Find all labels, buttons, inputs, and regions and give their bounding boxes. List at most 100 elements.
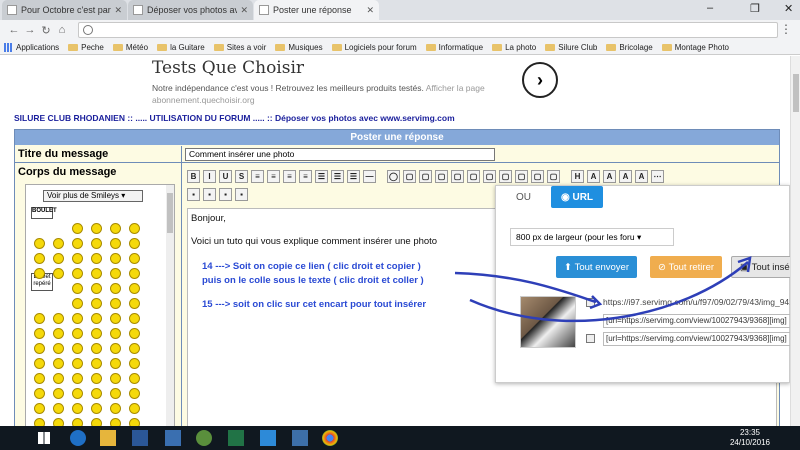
ad-title[interactable]: Tests Que Choisir — [152, 58, 562, 78]
smiley-icon[interactable] — [91, 223, 102, 234]
more-icon[interactable]: ⋯ — [651, 170, 664, 183]
highlight-icon[interactable]: A — [635, 170, 648, 183]
smiley-icon[interactable] — [129, 223, 140, 234]
align-right-icon[interactable]: ≡ — [283, 170, 296, 183]
back-icon[interactable]: ← — [6, 24, 22, 36]
menu-icon[interactable]: ⋮ — [780, 22, 792, 36]
smiley-icon[interactable] — [53, 253, 64, 264]
smiley-icon[interactable] — [72, 298, 83, 309]
smiley-icon[interactable] — [110, 388, 121, 399]
remove-all-button[interactable]: ⊘ Tout retirer — [650, 256, 723, 278]
italic-icon[interactable]: I — [203, 170, 216, 183]
bookmark-applications[interactable]: Applications — [4, 42, 59, 52]
smiley-icon[interactable] — [110, 298, 121, 309]
bbcode-field[interactable]: [url=https://servimg.com/view/10027943/9… — [603, 314, 793, 328]
code-icon[interactable]: ▢ — [451, 170, 464, 183]
smiley-icon[interactable] — [53, 238, 64, 249]
justify-icon[interactable]: ≡ — [299, 170, 312, 183]
smiley-icon[interactable] — [72, 418, 83, 426]
smiley-icon[interactable] — [34, 403, 45, 414]
smiley-icon[interactable] — [110, 283, 121, 294]
smiley-icon[interactable] — [91, 268, 102, 279]
size-icon[interactable]: A — [619, 170, 632, 183]
youtube-icon[interactable]: ▢ — [499, 170, 512, 183]
smiley-icon[interactable] — [72, 223, 83, 234]
smiley-icon[interactable] — [72, 403, 83, 414]
scroll-thumb[interactable] — [793, 74, 799, 112]
smiley-icon[interactable] — [53, 373, 64, 384]
maximize-icon[interactable]: ❐ — [750, 2, 760, 15]
chrome-icon[interactable] — [322, 430, 338, 446]
uploaded-image-thumbnail[interactable] — [520, 296, 576, 348]
smiley-icon[interactable] — [72, 253, 83, 264]
ad-banner[interactable]: Tests Que Choisir Notre indépendance c'e… — [152, 56, 562, 108]
smiley-icon[interactable] — [91, 358, 102, 369]
smiley-icon[interactable] — [129, 388, 140, 399]
bookmark-folder[interactable]: Silure Club — [545, 43, 597, 52]
smiley-icon[interactable] — [110, 313, 121, 324]
smiley-icon[interactable] — [91, 328, 102, 339]
smiley-icon[interactable] — [72, 343, 83, 354]
smiley-icon[interactable] — [34, 328, 45, 339]
smiley-icon[interactable] — [34, 238, 45, 249]
align-left-icon[interactable]: ≡ — [251, 170, 264, 183]
smiley-icon[interactable] — [53, 403, 64, 414]
bookmark-folder[interactable]: Sites a voir — [213, 43, 266, 52]
info-icon[interactable] — [83, 25, 93, 35]
smiley-icon[interactable] — [91, 388, 102, 399]
page-scrollbar[interactable] — [790, 56, 800, 426]
video-icon[interactable]: ▢ — [483, 170, 496, 183]
flash-icon[interactable]: ▢ — [531, 170, 544, 183]
speech-icon[interactable]: ◯ — [387, 170, 400, 183]
embed-icon[interactable]: ▢ — [547, 170, 560, 183]
tab-poster-reponse[interactable]: Poster une réponse ✕ — [254, 0, 379, 20]
smiley-icon[interactable] — [34, 343, 45, 354]
smiley-icon[interactable] — [72, 328, 83, 339]
link-icon[interactable]: ▢ — [419, 170, 432, 183]
word-icon[interactable] — [132, 430, 148, 446]
reload-icon[interactable]: ↻ — [38, 24, 54, 37]
excel-icon[interactable] — [228, 430, 244, 446]
smiley-icon[interactable] — [110, 238, 121, 249]
smiley-icon[interactable] — [110, 403, 121, 414]
smiley-icon[interactable] — [53, 358, 64, 369]
smiley-icon[interactable] — [72, 388, 83, 399]
home-icon[interactable]: ⌂ — [54, 24, 70, 36]
bookmark-folder[interactable]: Logiciels pour forum — [331, 43, 417, 52]
smiley-icon[interactable] — [72, 238, 83, 249]
bookmark-folder[interactable]: Bricolage — [606, 43, 653, 52]
font-icon[interactable]: A — [587, 170, 600, 183]
smiley-icon[interactable] — [129, 238, 140, 249]
heading-icon[interactable]: H — [571, 170, 584, 183]
smiley-icon[interactable] — [129, 253, 140, 264]
bookmark-folder[interactable]: la Guitare — [157, 43, 205, 52]
smiley-icon[interactable] — [53, 268, 64, 279]
indent-icon[interactable]: ☰ — [347, 170, 360, 183]
smiley-icon[interactable] — [53, 418, 64, 426]
scroll-thumb[interactable] — [167, 193, 173, 233]
smiley-icon[interactable] — [129, 343, 140, 354]
edge-icon[interactable] — [70, 430, 86, 446]
bullet-list-icon[interactable]: ☰ — [315, 170, 328, 183]
windows-start-icon[interactable] — [38, 432, 50, 444]
smiley-icon[interactable] — [53, 313, 64, 324]
smiley-icon[interactable] — [129, 358, 140, 369]
url-tab[interactable]: ◉ URL — [551, 186, 603, 208]
image-icon[interactable]: ▢ — [435, 170, 448, 183]
send-all-button[interactable]: ⬆ Tout envoyer — [556, 256, 638, 278]
title-input[interactable]: Comment insérer une photo — [185, 148, 495, 161]
smiley-icon[interactable] — [110, 223, 121, 234]
smiley-icon[interactable] — [129, 403, 140, 414]
bookmark-folder[interactable]: Météo — [112, 43, 148, 52]
smiley-icon[interactable] — [91, 373, 102, 384]
quote-icon[interactable]: ▢ — [403, 170, 416, 183]
smiley-icon[interactable] — [110, 373, 121, 384]
smiley-icon[interactable] — [129, 373, 140, 384]
smiley-icon[interactable] — [110, 343, 121, 354]
bookmark-folder[interactable]: Musiques — [275, 43, 323, 52]
smiley-icon[interactable] — [129, 313, 140, 324]
smiley-icon[interactable] — [72, 313, 83, 324]
source-icon[interactable]: ▪ — [235, 188, 248, 201]
smiley-icon[interactable] — [72, 358, 83, 369]
numbered-list-icon[interactable]: ☰ — [331, 170, 344, 183]
